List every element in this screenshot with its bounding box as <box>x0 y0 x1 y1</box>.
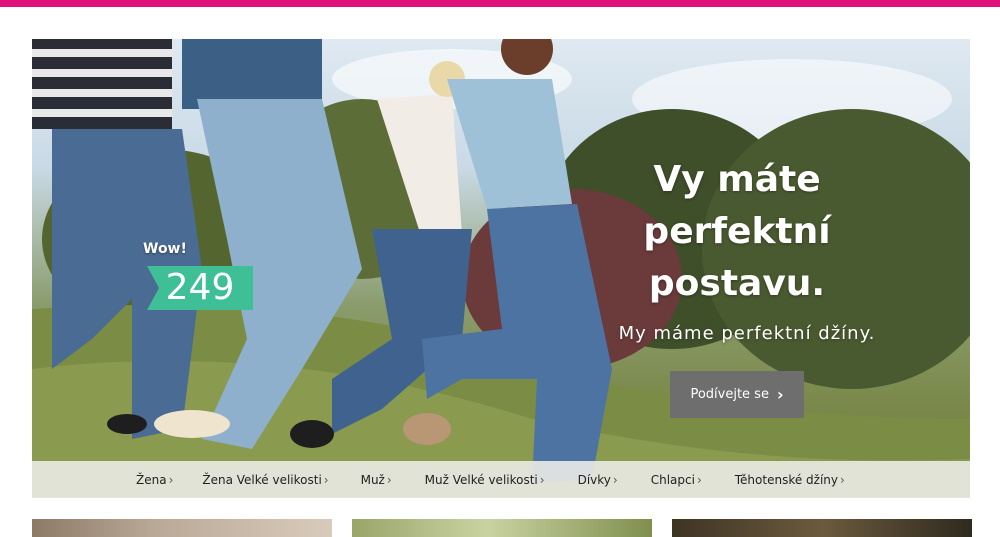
chevron-right-icon: › <box>386 472 392 487</box>
promo-tile-image[interactable] <box>352 519 652 537</box>
brand-top-bar <box>0 0 1000 7</box>
chevron-right-icon: › <box>696 472 702 487</box>
chevron-right-icon: › <box>840 472 845 487</box>
category-link-men[interactable]: Muž › <box>361 473 392 487</box>
chevron-right-icon: › <box>539 472 545 487</box>
hero-subheadline: My máme perfektní džíny. <box>618 323 876 344</box>
hero-headline: Vy máte perfektní postavu. <box>632 154 842 310</box>
chevron-right-icon: › <box>168 472 174 487</box>
category-label: Muž <box>360 472 385 487</box>
category-label: Žena <box>136 472 167 487</box>
category-label: Chlapci <box>650 472 695 487</box>
category-label: Dívky <box>577 472 611 487</box>
hero-headline-line: Vy máte <box>653 159 821 200</box>
category-label: Muž Velké velikosti <box>424 472 538 487</box>
cta-label: Podívejte se <box>690 387 769 402</box>
hero-banner[interactable]: Wow! 249 Vy máte perfektní postavu. My m… <box>32 39 970 498</box>
category-link-girls[interactable]: Dívky › <box>578 473 618 487</box>
promo-wow-label: Wow! <box>143 241 187 257</box>
promo-count-badge: 249 <box>147 266 253 310</box>
category-link-maternity[interactable]: Těhotenské džíny › <box>735 473 845 487</box>
category-link-boys[interactable]: Chlapci › <box>651 473 702 487</box>
chevron-right-icon: › <box>612 472 618 487</box>
category-label: Těhotenské džíny <box>734 472 838 487</box>
chevron-right-icon: › <box>323 472 329 487</box>
category-link-men-plus[interactable]: Muž Velké velikosti › <box>425 473 545 487</box>
category-label: Žena Velké velikosti <box>202 472 322 487</box>
shop-now-button[interactable]: Podívejte se › <box>670 371 804 418</box>
hero-headline-line: perfektní <box>643 211 831 252</box>
category-link-women[interactable]: Žena › <box>136 473 173 487</box>
hero-headline-line: postavu. <box>648 263 826 304</box>
promo-tile-image[interactable] <box>672 519 972 537</box>
chevron-right-icon: › <box>776 385 784 404</box>
category-nav: Žena › Žena Velké velikosti › Muž › Muž Vel… <box>32 461 970 498</box>
promo-tile-image[interactable] <box>32 519 332 537</box>
category-link-women-plus[interactable]: Žena Velké velikosti › <box>202 473 328 487</box>
